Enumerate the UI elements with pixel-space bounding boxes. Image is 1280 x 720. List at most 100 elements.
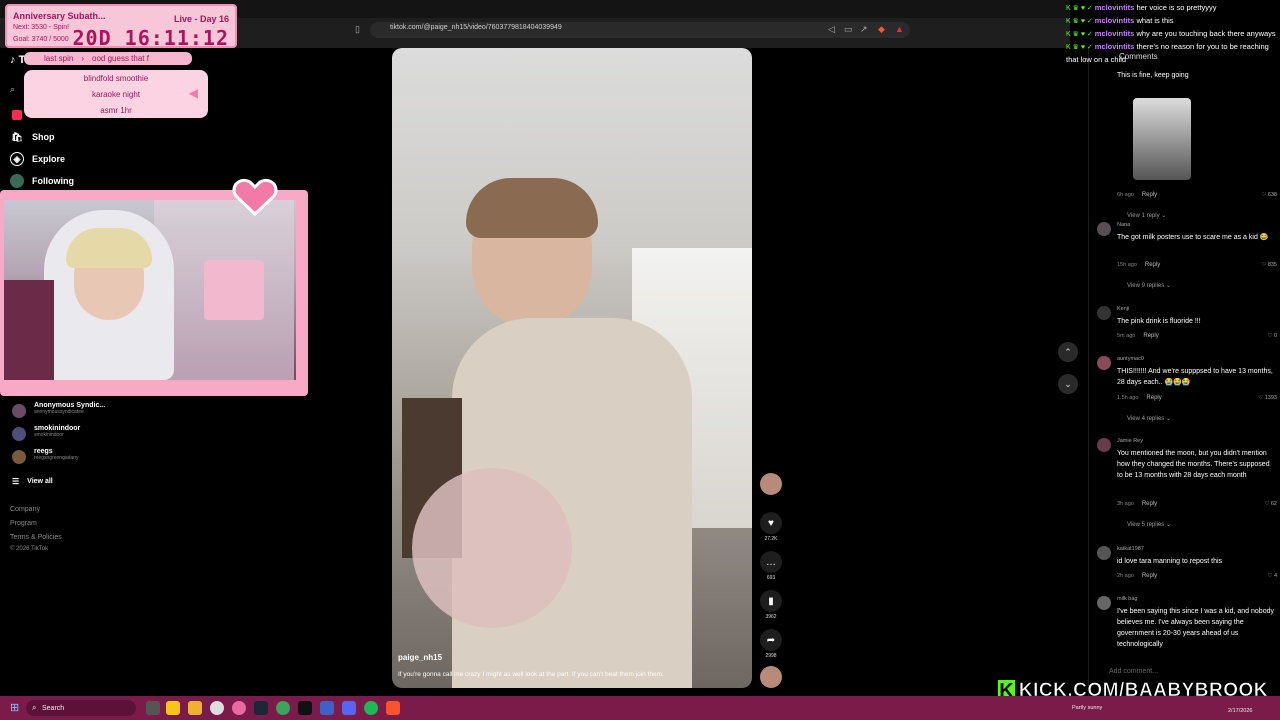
view-replies-button[interactable]: View 5 replies ⌄ bbox=[1127, 521, 1171, 528]
taskbar-search[interactable]: ⌕ Search bbox=[26, 700, 136, 716]
comment-likes[interactable]: ♡ 1393 bbox=[1258, 395, 1277, 401]
url-text: tiktok.com/@paige_nh15/video/76037798184… bbox=[390, 24, 562, 31]
steam-icon[interactable] bbox=[254, 701, 268, 715]
chat-badges-icon: K ♛ ♥ ✓ bbox=[1066, 31, 1095, 38]
video-author[interactable]: paige_nh15 bbox=[398, 653, 442, 662]
stream-chat-overlay: K ♛ ♥ ✓ mclovintits her voice is so pret… bbox=[1066, 2, 1280, 80]
view-replies-label: View 9 replies bbox=[1127, 283, 1165, 289]
reply-button[interactable]: Reply bbox=[1146, 395, 1161, 401]
account-item[interactable]: smokinindoor smokinindoor bbox=[12, 425, 80, 441]
nav-following[interactable]: Following bbox=[10, 172, 74, 190]
comment-button[interactable]: … 693 bbox=[760, 551, 782, 581]
comment-likes[interactable]: ♡ 62 bbox=[1264, 501, 1277, 507]
save-button[interactable]: ▮ 3962 bbox=[760, 590, 782, 620]
comment-like-count: 835 bbox=[1267, 262, 1277, 268]
comment-meta: 1.5h ago Reply bbox=[1117, 395, 1162, 401]
chat-message: K ♛ ♥ ✓ mclovintits there's no reason fo… bbox=[1066, 41, 1280, 66]
like-button[interactable]: ♥ 27.2K bbox=[760, 512, 782, 542]
person-hair bbox=[466, 178, 598, 238]
reply-button[interactable]: Reply bbox=[1145, 262, 1160, 268]
comment-time: 6h ago bbox=[1117, 192, 1134, 198]
comment-text: You mentioned the moon, but you didn't m… bbox=[1117, 450, 1270, 479]
sticky-notes-icon[interactable] bbox=[166, 701, 180, 715]
comment-likes[interactable]: ♡ 638 bbox=[1261, 192, 1277, 198]
nav-shop[interactable]: 🛍 Shop bbox=[10, 128, 54, 146]
bookmark-icon[interactable]: ▯ bbox=[355, 24, 360, 35]
view-all-link[interactable]: ☰ View all bbox=[12, 472, 53, 490]
view-replies-button[interactable]: View 1 reply ⌄ bbox=[1127, 212, 1166, 219]
app-icon[interactable] bbox=[232, 701, 246, 715]
comment-time: 1.5h ago bbox=[1117, 395, 1139, 401]
xbox-icon[interactable] bbox=[276, 701, 290, 715]
share-button[interactable]: ➦ 2998 bbox=[760, 629, 782, 659]
view-replies-button[interactable]: View 4 replies ⌄ bbox=[1127, 415, 1171, 422]
home-icon[interactable] bbox=[12, 110, 22, 120]
account-item[interactable]: reegs reegsngreengadany bbox=[12, 448, 78, 464]
cast-icon[interactable]: ▭ bbox=[844, 24, 853, 35]
spotify-icon[interactable] bbox=[364, 701, 378, 715]
taskbar-search-label: Search bbox=[42, 704, 65, 712]
tray-weather[interactable]: Partly sunny bbox=[1072, 705, 1102, 711]
account-name: reegs bbox=[34, 448, 53, 455]
comment-user[interactable]: Nana bbox=[1117, 222, 1130, 228]
app-icon[interactable] bbox=[320, 701, 334, 715]
mute-icon[interactable]: ◁ bbox=[828, 24, 835, 35]
subathon-widget: Anniversary Subath... Live - Day 16 Next… bbox=[5, 4, 237, 50]
comment-likes[interactable]: ♡ 835 bbox=[1261, 262, 1277, 268]
tiktok-logo-icon: ♪ bbox=[10, 54, 16, 66]
comment-likes[interactable]: ♡ 0 bbox=[1267, 333, 1277, 339]
comment-item: This is fine, keep going 6h ago Reply ♡ 6… bbox=[1097, 62, 1277, 222]
brave-browser-icon[interactable] bbox=[386, 701, 400, 715]
comment-item: Kenji The pink drink is fluoride !!! 5m … bbox=[1097, 306, 1277, 346]
windows-start-icon[interactable]: ⊞ bbox=[10, 702, 22, 714]
view-replies-button[interactable]: View 9 replies ⌄ bbox=[1127, 282, 1171, 289]
footer-copyright: © 2026 TikTok bbox=[10, 546, 49, 552]
reply-button[interactable]: Reply bbox=[1142, 192, 1157, 198]
search-icon[interactable]: ⌕ bbox=[10, 84, 15, 95]
author-avatar-button[interactable] bbox=[760, 473, 782, 495]
chevron-right-icon: › bbox=[81, 54, 85, 63]
brave-rewards-icon[interactable]: ▲ bbox=[895, 24, 904, 34]
comment-user[interactable]: auntymac0 bbox=[1117, 356, 1144, 362]
comment-item: Jamie Rey You mentioned the moon, but yo… bbox=[1097, 438, 1277, 528]
discord-icon[interactable] bbox=[342, 701, 356, 715]
nav-following-label: Following bbox=[32, 176, 74, 186]
chat-user: mclovintits bbox=[1094, 16, 1135, 25]
comment-user[interactable]: milk bag bbox=[1117, 596, 1137, 602]
comment-icon: … bbox=[760, 551, 782, 573]
share-icon[interactable]: ↗ bbox=[860, 24, 868, 35]
next-video-button[interactable]: ⌄ bbox=[1058, 374, 1078, 394]
spin-option: blindfold smoothie bbox=[83, 74, 149, 83]
tray-date[interactable]: 2/17/2026 bbox=[1228, 708, 1252, 714]
following-icon bbox=[10, 174, 24, 188]
previous-video-button[interactable]: ⌃ bbox=[1058, 342, 1078, 362]
list-icon: ☰ bbox=[12, 476, 20, 486]
task-view-icon[interactable] bbox=[146, 701, 160, 715]
comment-user[interactable]: Jamie Rey bbox=[1117, 438, 1143, 444]
account-item[interactable]: Anonymous Syndic... anonymoussyndicatee bbox=[12, 402, 105, 418]
subathon-next: Next: 3530 - Spin! bbox=[13, 24, 70, 31]
comment-user[interactable]: Kenji bbox=[1117, 306, 1129, 312]
comment-likes[interactable]: ♡ 4 bbox=[1267, 573, 1277, 579]
comment-user[interactable]: katkat1987 bbox=[1117, 546, 1144, 552]
obs-icon[interactable] bbox=[210, 701, 224, 715]
video-player[interactable]: paige_nh15 If you're gonna call me crazy… bbox=[392, 48, 752, 688]
footer-program[interactable]: Program bbox=[10, 520, 37, 527]
footer-terms[interactable]: Terms & Policies bbox=[10, 534, 62, 541]
file-explorer-icon[interactable] bbox=[188, 701, 202, 715]
comment-text: The got milk posters use to scare me as … bbox=[1117, 234, 1269, 241]
reply-button[interactable]: Reply bbox=[1143, 333, 1158, 339]
music-disc-button[interactable] bbox=[760, 666, 782, 688]
comment-meta: 3h ago Reply bbox=[1117, 501, 1157, 507]
brave-shield-icon[interactable]: ◆ bbox=[878, 24, 885, 35]
tiktok-app-icon[interactable] bbox=[298, 701, 312, 715]
comment-text: THIS!!!!!!! And we're supppsed to have 1… bbox=[1117, 368, 1273, 386]
comments-panel: Comments This is fine, keep going 6h ago… bbox=[1088, 48, 1280, 696]
footer-company[interactable]: Company bbox=[10, 506, 40, 513]
reply-button[interactable]: Reply bbox=[1142, 501, 1157, 507]
avatar bbox=[1097, 222, 1111, 236]
subathon-timer: 20D 16:11:12 bbox=[72, 26, 229, 50]
account-name: Anonymous Syndic... bbox=[34, 402, 106, 409]
reply-button[interactable]: Reply bbox=[1142, 573, 1157, 579]
nav-explore[interactable]: ◈ Explore bbox=[10, 150, 65, 168]
